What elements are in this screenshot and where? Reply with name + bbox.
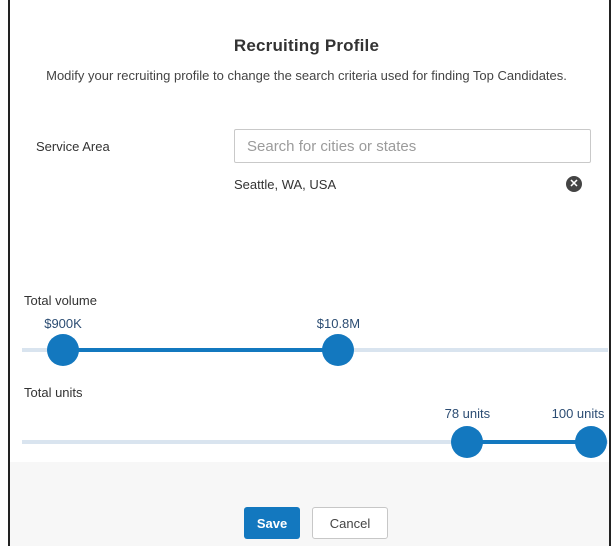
total-volume-max-value: $10.8M	[316, 316, 361, 331]
modal-footer	[10, 462, 609, 546]
save-button[interactable]: Save	[244, 507, 300, 539]
service-area-search-input[interactable]	[234, 129, 591, 163]
total-volume-track[interactable]	[22, 334, 608, 366]
total-units-max-value: 100 units	[551, 406, 605, 421]
total-units-range-fill	[467, 440, 591, 444]
selected-location: Seattle, WA, USA	[234, 177, 337, 192]
service-area-label: Service Area	[36, 139, 110, 154]
total-units-max-handle[interactable]	[575, 426, 607, 458]
total-units-min-value: 78 units	[444, 406, 491, 421]
total-units-track[interactable]	[22, 426, 608, 458]
total-units-label: Total units	[24, 385, 83, 400]
cancel-button[interactable]: Cancel	[312, 507, 388, 539]
remove-location-icon[interactable]: ✕	[566, 176, 582, 192]
total-volume-range-fill	[63, 348, 339, 352]
total-volume-label: Total volume	[24, 293, 97, 308]
modal-title: Recruiting Profile	[233, 36, 380, 55]
total-volume-min-value: $900K	[44, 316, 82, 331]
modal-subtitle: Modify your recruiting profile to change…	[46, 68, 567, 83]
total-volume-min-handle[interactable]	[47, 334, 80, 366]
